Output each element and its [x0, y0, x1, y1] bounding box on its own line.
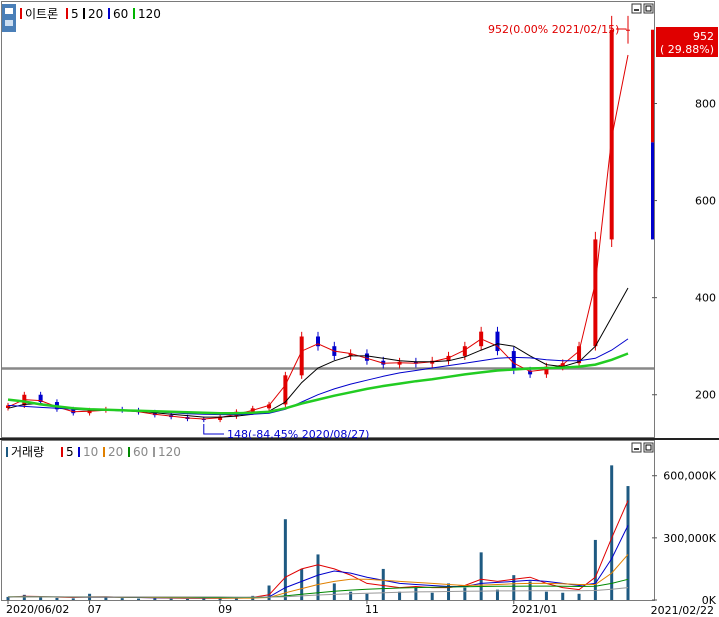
range-gauge-up [651, 29, 654, 143]
x-tick-label: 07 [88, 603, 102, 616]
vlegend-20: 20 [108, 445, 123, 459]
vol-minimize-button[interactable] [631, 442, 642, 453]
stock-chart: 이트론 5 20 60 120 거래량 5 10 20 60 120 200 40… [0, 1, 719, 617]
vlegend-120: 120 [158, 445, 181, 459]
vlegend-10: 10 [83, 445, 98, 459]
current-price-badge: 952 ( 29.88%) [656, 27, 718, 57]
volume-panel-frame [1, 440, 655, 601]
volume-bar [381, 568, 385, 600]
vlegend-60: 60 [133, 445, 148, 459]
price-ytick-label: 600 [695, 195, 716, 208]
end-date-label: 2021/02/22 [651, 604, 714, 617]
legend-title: 이트론 [25, 7, 58, 21]
legend-ma5: 5 [71, 7, 79, 21]
volume-bar [300, 568, 304, 600]
legend-ma20: 20 [88, 7, 103, 21]
volume-bar [610, 465, 614, 600]
candle-body [593, 239, 598, 347]
volume-ytick-label: 600,000K [663, 470, 716, 483]
legend-ma120: 120 [138, 7, 161, 21]
price-ytick-label: 800 [695, 98, 716, 111]
price-ytick-label: 200 [695, 389, 716, 402]
volume-bar [185, 598, 189, 600]
candle-body [511, 351, 516, 371]
range-gauge-down [651, 142, 654, 240]
price-panel-frame [1, 1, 655, 438]
volume-ytick-label: 300,000K [663, 532, 716, 545]
volume-bar [561, 592, 565, 600]
current-price-change: ( 29.88%) [660, 43, 714, 56]
x-tick-label: 2020/06/02 [6, 603, 69, 616]
volume-bar [39, 597, 43, 600]
volume-bar [169, 598, 173, 600]
volume-bar [398, 591, 402, 600]
candle-body [626, 29, 630, 31]
volume-bar [71, 598, 75, 600]
vol-maximize-button[interactable] [643, 442, 654, 453]
legend-ma60: 60 [113, 7, 128, 21]
minimize-button[interactable] [631, 3, 642, 14]
volume-bar [153, 598, 157, 600]
volume-bar [55, 597, 59, 600]
vlegend-5: 5 [66, 445, 74, 459]
high-annotation: 952(0.00% 2021/02/15) [488, 23, 619, 36]
candle-body [364, 353, 369, 361]
volume-bar [479, 552, 483, 600]
volume-bar [544, 591, 548, 600]
volume-bar [349, 591, 353, 600]
candle-body [609, 29, 614, 240]
x-tick-label: 2021/01 [512, 603, 558, 616]
x-tick-label: 11 [365, 603, 379, 616]
price-ytick-label: 400 [695, 292, 716, 305]
volume-bar [120, 598, 124, 600]
volume-legend: 거래량 5 10 20 60 120 [6, 445, 181, 459]
volume-bar [22, 594, 26, 600]
volume-legend-title: 거래량 [11, 445, 44, 459]
candle-body [299, 336, 304, 376]
low-annotation: 148(-84.45% 2020/08/27) [227, 428, 369, 441]
current-price-value: 952 [693, 30, 714, 43]
x-tick-label: 09 [218, 603, 232, 616]
volume-bar [463, 587, 467, 600]
maximize-button[interactable] [643, 3, 654, 14]
volume-bar [365, 593, 369, 600]
volume-bar [414, 587, 418, 600]
volume-bar [430, 592, 434, 600]
volume-bar [577, 593, 581, 600]
volume-bar [137, 598, 141, 600]
